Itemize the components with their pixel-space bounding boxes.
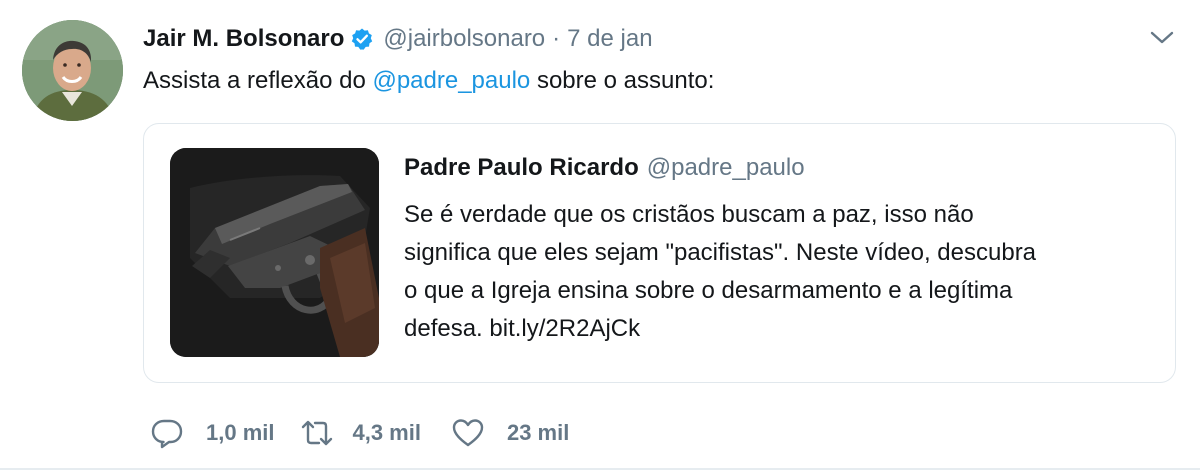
tweet[interactable]: Jair M. Bolsonaro @jairbolsonaro · 7 de … — [0, 0, 1200, 470]
quoted-text-line: Se é verdade que os cristãos buscam a pa… — [404, 201, 974, 228]
quoted-tweet-header: Padre Paulo Ricardo @padre_paulo — [404, 154, 805, 182]
tweet-actions: 1,0 mil 4,3 mil 23 mil — [150, 415, 569, 451]
verified-badge-icon — [350, 27, 374, 51]
tweet-header: Jair M. Bolsonaro @jairbolsonaro · 7 de … — [143, 22, 653, 56]
chevron-down-icon[interactable] — [1148, 28, 1176, 48]
quoted-text-line: o que a Igreja ensina sobre o desarmamen… — [404, 277, 1013, 304]
mention-link[interactable]: @padre_paulo — [372, 67, 530, 94]
separator-dot: · — [552, 25, 561, 52]
tweet-timestamp[interactable]: 7 de jan — [567, 25, 652, 53]
tweet-text-end: sobre o assunto: — [530, 67, 715, 94]
like-count: 23 mil — [506, 420, 570, 445]
quoted-tweet-text: Se é verdade que os cristãos buscam a pa… — [404, 196, 1154, 348]
reply-icon — [151, 419, 183, 449]
tweet-text-start: Assista a reflexão do — [143, 67, 373, 94]
reply-count: 1,0 mil — [206, 420, 275, 445]
author-handle[interactable]: @jairbolsonaro — [383, 25, 545, 53]
quoted-text-line: defesa. bit.ly/2R2AjCk — [404, 315, 641, 342]
quoted-text-line: significa que eles sejam "pacifistas". N… — [404, 239, 1037, 266]
like-button[interactable]: 23 mil — [451, 416, 569, 450]
retweet-icon — [302, 420, 333, 446]
quoted-author-handle[interactable]: @padre_paulo — [647, 154, 805, 181]
retweet-button[interactable]: 4,3 mil — [300, 416, 421, 450]
quoted-tweet[interactable]: Padre Paulo Ricardo @padre_paulo Se é ver… — [143, 123, 1176, 383]
avatar[interactable] — [22, 20, 123, 121]
quoted-author-name[interactable]: Padre Paulo Ricardo — [404, 154, 639, 181]
quoted-tweet-thumbnail[interactable] — [170, 148, 379, 357]
author-name[interactable]: Jair M. Bolsonaro — [143, 25, 344, 53]
like-icon — [452, 419, 484, 447]
tweet-text: Assista a reflexão do @padre_paulo sobre… — [143, 64, 714, 98]
avatar-image — [22, 20, 123, 121]
retweet-count: 4,3 mil — [352, 420, 421, 445]
reply-button[interactable]: 1,0 mil — [150, 416, 274, 450]
